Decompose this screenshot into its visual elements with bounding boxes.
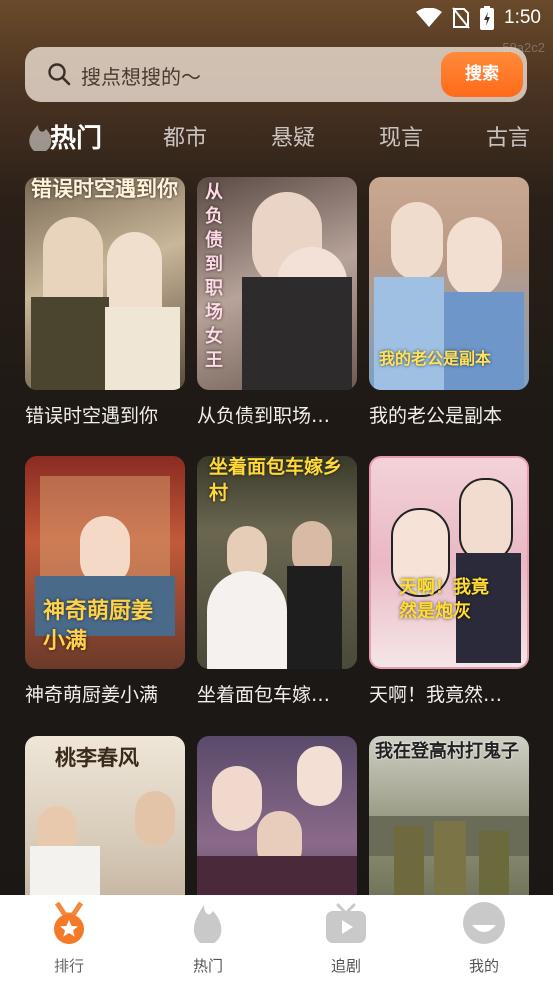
- tv-play-icon: [326, 903, 366, 943]
- tab-hot[interactable]: 热门: [50, 118, 102, 155]
- drama-card[interactable]: 天啊！我竟然是炮灰 天啊！我竟然…: [369, 456, 529, 707]
- nav-label: 排行: [53, 957, 84, 975]
- drama-title: 坐着面包车嫁…: [197, 684, 331, 706]
- poster-title-text: 我的老公是副本: [379, 349, 492, 368]
- battery-charging-icon: [480, 6, 495, 30]
- drama-card[interactable]: 坐着面包车嫁乡村 坐着面包车嫁…: [197, 456, 357, 707]
- drama-title: 天啊！我竟然…: [369, 684, 503, 706]
- clock: 1:50: [504, 7, 541, 28]
- tab-suspense[interactable]: 悬疑: [271, 120, 315, 152]
- poster-title-text: 错误时空遇到你: [31, 177, 178, 201]
- category-tabs: 热门 都市 悬疑 现言 古言: [0, 112, 553, 164]
- nav-label: 热门: [192, 957, 223, 975]
- poster-title-text: 天啊！我竟然是炮灰: [399, 577, 489, 622]
- drama-card[interactable]: 神奇萌厨姜小满 神奇萌厨姜小满: [25, 456, 185, 707]
- drama-poster[interactable]: 我的老公是副本: [369, 177, 529, 390]
- flame-icon: [193, 905, 222, 943]
- poster-title-text: 从负债到职场女王: [205, 182, 223, 371]
- search-bar[interactable]: 搜点想搜的～ 搜索: [25, 47, 527, 102]
- drama-title: 神奇萌厨姜小满: [25, 684, 159, 706]
- drama-title: 我的老公是副本: [369, 405, 503, 427]
- no-sim-icon: [452, 7, 470, 29]
- nav-item-follow[interactable]: 追剧: [306, 901, 386, 976]
- search-button[interactable]: 搜索: [441, 52, 523, 97]
- tab-ancient-romance[interactable]: 古言: [486, 120, 530, 152]
- nav-label: 我的: [468, 957, 499, 975]
- nav-item-hot[interactable]: 热门: [168, 901, 248, 976]
- nav-label: 追剧: [330, 957, 361, 975]
- poster-title-text: 桃李春风: [55, 745, 139, 770]
- tab-urban[interactable]: 都市: [163, 120, 207, 152]
- bottom-nav: 排行 热门 追剧 我的: [0, 895, 553, 983]
- poster-title-text: 我在登高村打鬼子: [375, 741, 519, 762]
- search-icon: [48, 63, 71, 86]
- poster-title-text: 坐着面包车嫁乡村: [209, 456, 343, 504]
- drama-poster[interactable]: 神奇萌厨姜小满: [25, 456, 185, 669]
- wifi-icon: [416, 8, 443, 27]
- drama-title: 错误时空遇到你: [25, 405, 159, 427]
- drama-poster[interactable]: 错误时空遇到你: [25, 177, 185, 390]
- drama-poster[interactable]: 从负债到职场女王: [197, 177, 357, 390]
- tab-modern-romance[interactable]: 现言: [379, 120, 423, 152]
- poster-title-text: 神奇萌厨姜小满: [43, 598, 154, 654]
- drama-poster[interactable]: 天啊！我竟然是炮灰: [369, 456, 529, 669]
- drama-poster[interactable]: 坐着面包车嫁乡村: [197, 456, 357, 669]
- nav-item-ranking[interactable]: 排行: [29, 901, 109, 976]
- medal-icon: [54, 901, 84, 944]
- nav-item-profile[interactable]: 我的: [444, 901, 524, 976]
- drama-card[interactable]: 从负债到职场女王 从负债到职场…: [197, 177, 357, 428]
- drama-card[interactable]: 错误时空遇到你 错误时空遇到你: [25, 177, 185, 428]
- drama-title: 从负债到职场…: [197, 405, 331, 427]
- profile-icon: [463, 902, 505, 944]
- drama-card[interactable]: 我的老公是副本 我的老公是副本: [369, 177, 529, 428]
- status-bar: 1:50: [0, 0, 553, 38]
- search-input[interactable]: 搜点想搜的～: [81, 61, 201, 90]
